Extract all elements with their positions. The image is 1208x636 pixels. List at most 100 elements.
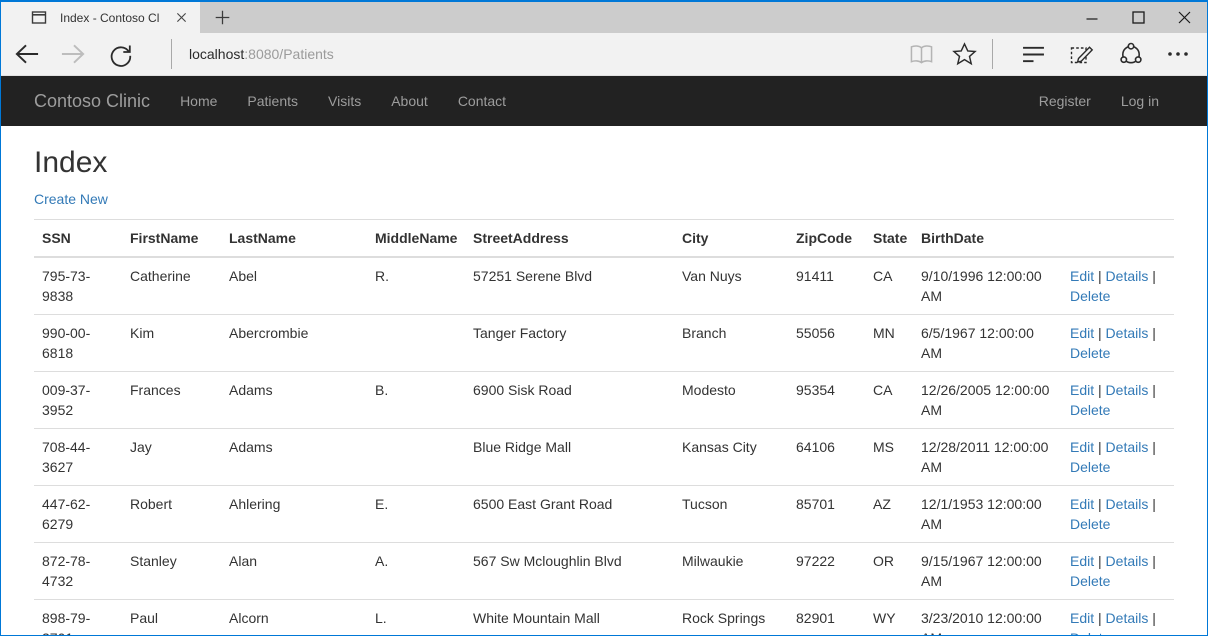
book-icon[interactable] [906,36,936,72]
patients-table: SSN FirstName LastName MiddleName Street… [34,219,1174,635]
refresh-icon[interactable] [105,36,135,72]
delete-link[interactable]: Delete [1070,288,1110,304]
col-zipcode: ZipCode [788,220,865,258]
nav-item-register[interactable]: Register [1024,76,1106,126]
cell-city: Modesto [674,372,788,429]
details-link[interactable]: Details [1106,610,1149,626]
nav-item-patients[interactable]: Patients [232,76,313,126]
edit-link[interactable]: Edit [1070,325,1094,341]
link-separator: | [1152,325,1156,341]
cell-birthdate: 12/1/1953 12:00:00 AM [913,486,1062,543]
details-link[interactable]: Details [1106,268,1149,284]
cell-actions: Edit | Details | Delete [1062,600,1174,636]
cell-ssn: 009-37-3952 [34,372,122,429]
cell-streetaddress: White Mountain Mall [465,600,674,636]
link-separator: | [1152,439,1156,455]
cell-actions: Edit | Details | Delete [1062,257,1174,315]
cell-ssn: 898-79-2701 [34,600,122,636]
navbar-brand[interactable]: Contoso Clinic [34,76,165,126]
cell-ssn: 447-62-6279 [34,486,122,543]
url-host: localhost [189,46,244,62]
cell-zipcode: 91411 [788,257,865,315]
col-streetaddress: StreetAddress [465,220,674,258]
ellipsis-icon[interactable] [1163,36,1193,72]
cell-zipcode: 64106 [788,429,865,486]
minimize-icon[interactable] [1069,2,1115,33]
cell-lastname: Ahlering [221,486,367,543]
cell-birthdate: 12/28/2011 12:00:00 AM [913,429,1062,486]
cell-actions: Edit | Details | Delete [1062,315,1174,372]
cell-state: OR [865,543,913,600]
maximize-icon[interactable] [1115,2,1161,33]
edit-link[interactable]: Edit [1070,439,1094,455]
col-middlename: MiddleName [367,220,465,258]
delete-link[interactable]: Delete [1070,459,1110,475]
new-tab-button[interactable] [200,2,244,33]
cell-ssn: 990-00-6818 [34,315,122,372]
cell-streetaddress: 57251 Serene Blvd [465,257,674,315]
site-navbar: Contoso Clinic Home Patients Visits Abou… [1,76,1207,126]
cell-actions: Edit | Details | Delete [1062,486,1174,543]
link-separator: | [1098,268,1102,284]
table-row: 898-79-2701 Paul Alcorn L. White Mountai… [34,600,1174,636]
cell-actions: Edit | Details | Delete [1062,429,1174,486]
delete-link[interactable]: Delete [1070,345,1110,361]
cell-state: WY [865,600,913,636]
delete-link[interactable]: Delete [1070,630,1110,635]
edit-link[interactable]: Edit [1070,553,1094,569]
details-link[interactable]: Details [1106,496,1149,512]
cell-city: Rock Springs [674,600,788,636]
col-ssn: SSN [34,220,122,258]
page-content: Index Create New SSN FirstName LastName … [1,126,1207,635]
cell-middlename: L. [367,600,465,636]
nav-item-visits[interactable]: Visits [313,76,376,126]
delete-link[interactable]: Delete [1070,573,1110,589]
nav-item-contact[interactable]: Contact [443,76,521,126]
share-icon[interactable] [1116,36,1146,72]
nav-item-home[interactable]: Home [165,76,232,126]
edit-link[interactable]: Edit [1070,496,1094,512]
edit-link[interactable]: Edit [1070,610,1094,626]
star-icon[interactable] [949,36,979,72]
cell-lastname: Alan [221,543,367,600]
link-separator: | [1152,496,1156,512]
close-icon[interactable] [1161,2,1207,33]
details-link[interactable]: Details [1106,553,1149,569]
page-icon [31,10,47,25]
nav-item-about[interactable]: About [376,76,443,126]
nav-item-login[interactable]: Log in [1106,76,1174,126]
cell-middlename [367,429,465,486]
cell-lastname: Abel [221,257,367,315]
address-bar[interactable]: localhost:8080/Patients [189,46,906,62]
back-arrow-icon[interactable] [11,36,41,72]
cell-birthdate: 9/15/1967 12:00:00 AM [913,543,1062,600]
cell-actions: Edit | Details | Delete [1062,543,1174,600]
cell-city: Van Nuys [674,257,788,315]
web-note-pencil-icon[interactable] [1067,36,1097,72]
details-link[interactable]: Details [1106,439,1149,455]
cell-firstname: Kim [122,315,221,372]
edit-link[interactable]: Edit [1070,268,1094,284]
browser-tab[interactable]: Index - Contoso Clinic [1,2,200,33]
browser-toolbar: localhost:8080/Patients [1,33,1207,76]
cell-birthdate: 3/23/2010 12:00:00 AM [913,600,1062,636]
forward-arrow-icon[interactable] [58,36,88,72]
cell-middlename [367,315,465,372]
delete-link[interactable]: Delete [1070,402,1110,418]
edit-link[interactable]: Edit [1070,382,1094,398]
details-link[interactable]: Details [1106,382,1149,398]
details-link[interactable]: Details [1106,325,1149,341]
hub-lines-icon[interactable] [1018,36,1048,72]
link-separator: | [1098,610,1102,626]
delete-link[interactable]: Delete [1070,516,1110,532]
cell-zipcode: 82901 [788,600,865,636]
cell-state: MN [865,315,913,372]
cell-middlename: E. [367,486,465,543]
cell-city: Tucson [674,486,788,543]
create-new-link[interactable]: Create New [34,189,1174,209]
col-city: City [674,220,788,258]
cell-zipcode: 85701 [788,486,865,543]
page-title: Index [34,146,1174,179]
cell-state: CA [865,372,913,429]
tab-close-icon[interactable] [172,9,190,27]
